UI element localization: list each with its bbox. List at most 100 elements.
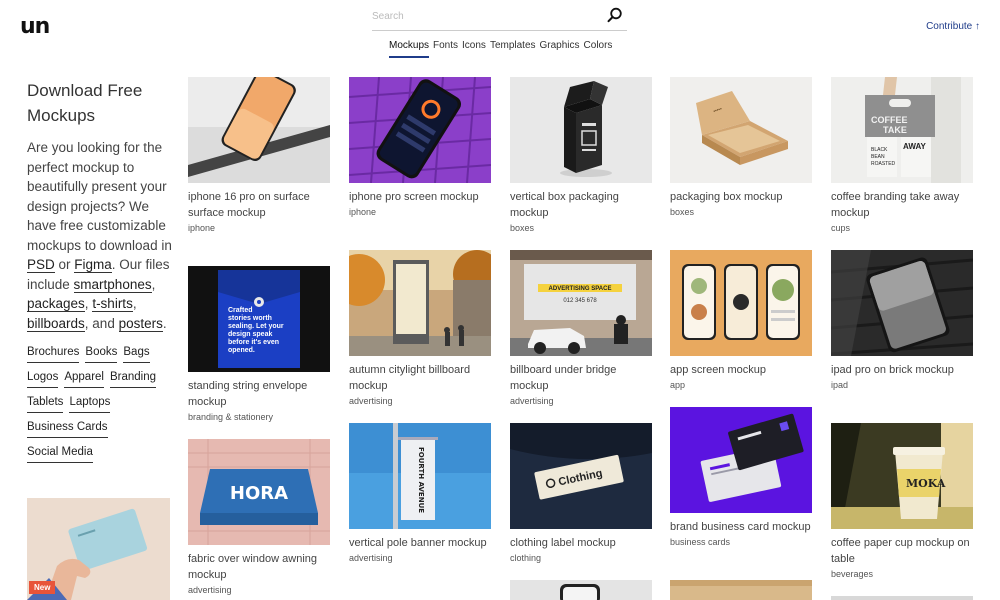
unblast-logo[interactable]: un xyxy=(20,14,50,39)
category-link-laptops[interactable]: Laptops xyxy=(69,394,111,413)
mockup-card[interactable]: Crafted stories worth sealing. Let your … xyxy=(188,266,330,422)
business-card-image xyxy=(670,407,812,513)
card-thumbnail xyxy=(188,77,330,183)
packages-link[interactable]: packages xyxy=(27,296,85,312)
cup-sleeve-text: MOKA xyxy=(906,477,946,490)
card-tag: app xyxy=(670,380,686,390)
card-title: iphone 16 pro on surface surface mockup xyxy=(188,191,310,219)
card-title: packaging box mockup xyxy=(670,191,783,203)
contribute-link[interactable]: Contribute ↑ xyxy=(926,21,980,32)
search-input[interactable] xyxy=(372,4,597,28)
mockup-card[interactable]: iphone 16 pro on surface surface mockup … xyxy=(188,77,330,233)
card-tag: beverages xyxy=(831,569,874,579)
intro-text-part: Are you looking for the perfect mockup t… xyxy=(27,140,172,253)
category-link-social-media[interactable]: Social Media xyxy=(27,444,93,463)
mockup-card[interactable]: autumn citylight billboard mockup advert… xyxy=(349,250,491,406)
card-thumbnail xyxy=(831,596,973,600)
category-link-books[interactable]: Books xyxy=(85,344,118,363)
category-link-branding[interactable]: Branding xyxy=(109,369,157,388)
card-thumbnail: HORA xyxy=(188,439,330,545)
packaging-box-image: ••••• xyxy=(670,77,812,183)
mockup-card[interactable]: COFFEE TAKE AWAY BLACK BEAN ROASTED coff… xyxy=(831,77,973,233)
banner-text: FOURTH AVENUE xyxy=(417,447,425,513)
card-title: billboard under bridge mockup xyxy=(510,364,617,392)
envelope-text-4: design speak xyxy=(228,331,272,338)
mockup-card[interactable] xyxy=(670,580,812,600)
sidebar: Download Free Mockups Are you looking fo… xyxy=(27,78,172,463)
category-link-brochures[interactable]: Brochures xyxy=(27,344,80,363)
category-link-tablets[interactable]: Tablets xyxy=(27,394,64,413)
page-title: Download Free Mockups xyxy=(27,81,143,125)
mockup-card[interactable]: vertical box packaging mockup boxes xyxy=(510,77,652,233)
vertical-box-image xyxy=(510,77,652,183)
card-thumbnail xyxy=(670,250,812,356)
nav-colors[interactable]: Colors xyxy=(584,40,613,58)
nav-mockups[interactable]: Mockups xyxy=(389,40,430,58)
cup-text-roasted: ROASTED xyxy=(871,161,896,167)
card-tag: branding & stationery xyxy=(188,412,274,422)
awning-text: HORA xyxy=(230,483,288,504)
card-title: coffee paper cup mockup on table xyxy=(831,537,970,565)
card-thumbnail: Crafted stories worth sealing. Let your … xyxy=(188,266,330,372)
billboards-link[interactable]: billboards xyxy=(27,315,85,332)
iphone-surface-image xyxy=(188,77,330,183)
mockup-card[interactable]: iphone pro screen mockup iphone xyxy=(349,77,491,217)
mockup-card[interactable] xyxy=(831,596,973,600)
card-thumbnail: MOKA xyxy=(831,423,973,529)
mockup-card[interactable]: ••••• packaging box mockup boxes xyxy=(670,77,812,217)
card-title: iphone pro screen mockup xyxy=(349,191,479,203)
nav-fonts[interactable]: Fonts xyxy=(433,40,458,58)
category-link-bags[interactable]: Bags xyxy=(123,344,150,363)
card-title: coffee branding take away mockup xyxy=(831,191,960,219)
envelope-text-6: opened. xyxy=(228,347,255,354)
card-thumbnail: ADVERTISING SPACE 012 345 678 xyxy=(510,250,652,356)
smartphones-link[interactable]: smartphones xyxy=(73,276,152,293)
envelope-text-2: stories worth xyxy=(228,315,272,322)
mockup-card[interactable]: app screen mockup app xyxy=(670,250,812,390)
promo-card[interactable]: New xyxy=(27,498,170,600)
mockup-card[interactable]: brand business card mockup business card… xyxy=(670,407,812,547)
card-thumbnail: COFFEE TAKE AWAY BLACK BEAN ROASTED xyxy=(831,77,973,183)
card-title: vertical box packaging mockup xyxy=(510,191,619,219)
mockup-card[interactable]: FOURTH AVENUE vertical pole banner mocku… xyxy=(349,423,491,563)
card-tag: business cards xyxy=(670,537,731,547)
psd-link[interactable]: PSD xyxy=(27,257,55,273)
search-icon[interactable] xyxy=(607,7,623,23)
coffee-paper-cup-image: MOKA xyxy=(831,423,973,529)
category-link-logos[interactable]: Logos xyxy=(27,369,59,388)
app-screen-image xyxy=(670,250,812,356)
card-thumbnail xyxy=(349,77,491,183)
card-thumbnail xyxy=(349,250,491,356)
card-tag: advertising xyxy=(188,585,232,595)
phone-partial-image xyxy=(510,580,652,600)
citylight-billboard-image xyxy=(349,250,491,356)
mockup-card[interactable]: Clothing clothing label mockup clothing xyxy=(510,423,652,563)
card-title: ipad pro on brick mockup xyxy=(831,364,954,376)
cup-text-take: TAKE xyxy=(883,125,907,135)
card-thumbnail xyxy=(510,77,652,183)
mockup-card[interactable] xyxy=(510,580,652,600)
iphone-screen-image xyxy=(349,77,491,183)
posters-link[interactable]: posters xyxy=(118,315,163,332)
nav-icons[interactable]: Icons xyxy=(462,40,486,58)
mockup-card[interactable]: HORA fabric over window awning mockup ad… xyxy=(188,439,330,595)
mockup-card[interactable]: ipad pro on brick mockup ipad xyxy=(831,250,973,390)
new-badge: New xyxy=(29,581,56,594)
card-thumbnail: Clothing xyxy=(510,423,652,529)
nav-graphics[interactable]: Graphics xyxy=(540,40,580,58)
category-link-apparel[interactable]: Apparel xyxy=(64,369,104,388)
card-tag: clothing xyxy=(510,553,542,563)
card-title: app screen mockup xyxy=(670,364,766,376)
nav-templates[interactable]: Templates xyxy=(490,40,536,58)
pole-banner-image: FOURTH AVENUE xyxy=(349,423,491,529)
category-link-business-cards[interactable]: Business Cards xyxy=(27,419,108,438)
cup-text-black: BLACK xyxy=(871,147,888,153)
card-thumbnail xyxy=(831,250,973,356)
card-tag: iphone xyxy=(188,223,216,233)
mockup-card[interactable]: MOKA coffee paper cup mockup on table be… xyxy=(831,423,973,579)
billboard-phone-text: 012 345 678 xyxy=(563,298,597,304)
tshirts-link[interactable]: t-shirts xyxy=(92,296,133,312)
figma-link[interactable]: Figma xyxy=(74,257,112,273)
card-title: brand business card mockup xyxy=(670,521,811,533)
mockup-card[interactable]: ADVERTISING SPACE 012 345 678 billboard … xyxy=(510,250,652,406)
